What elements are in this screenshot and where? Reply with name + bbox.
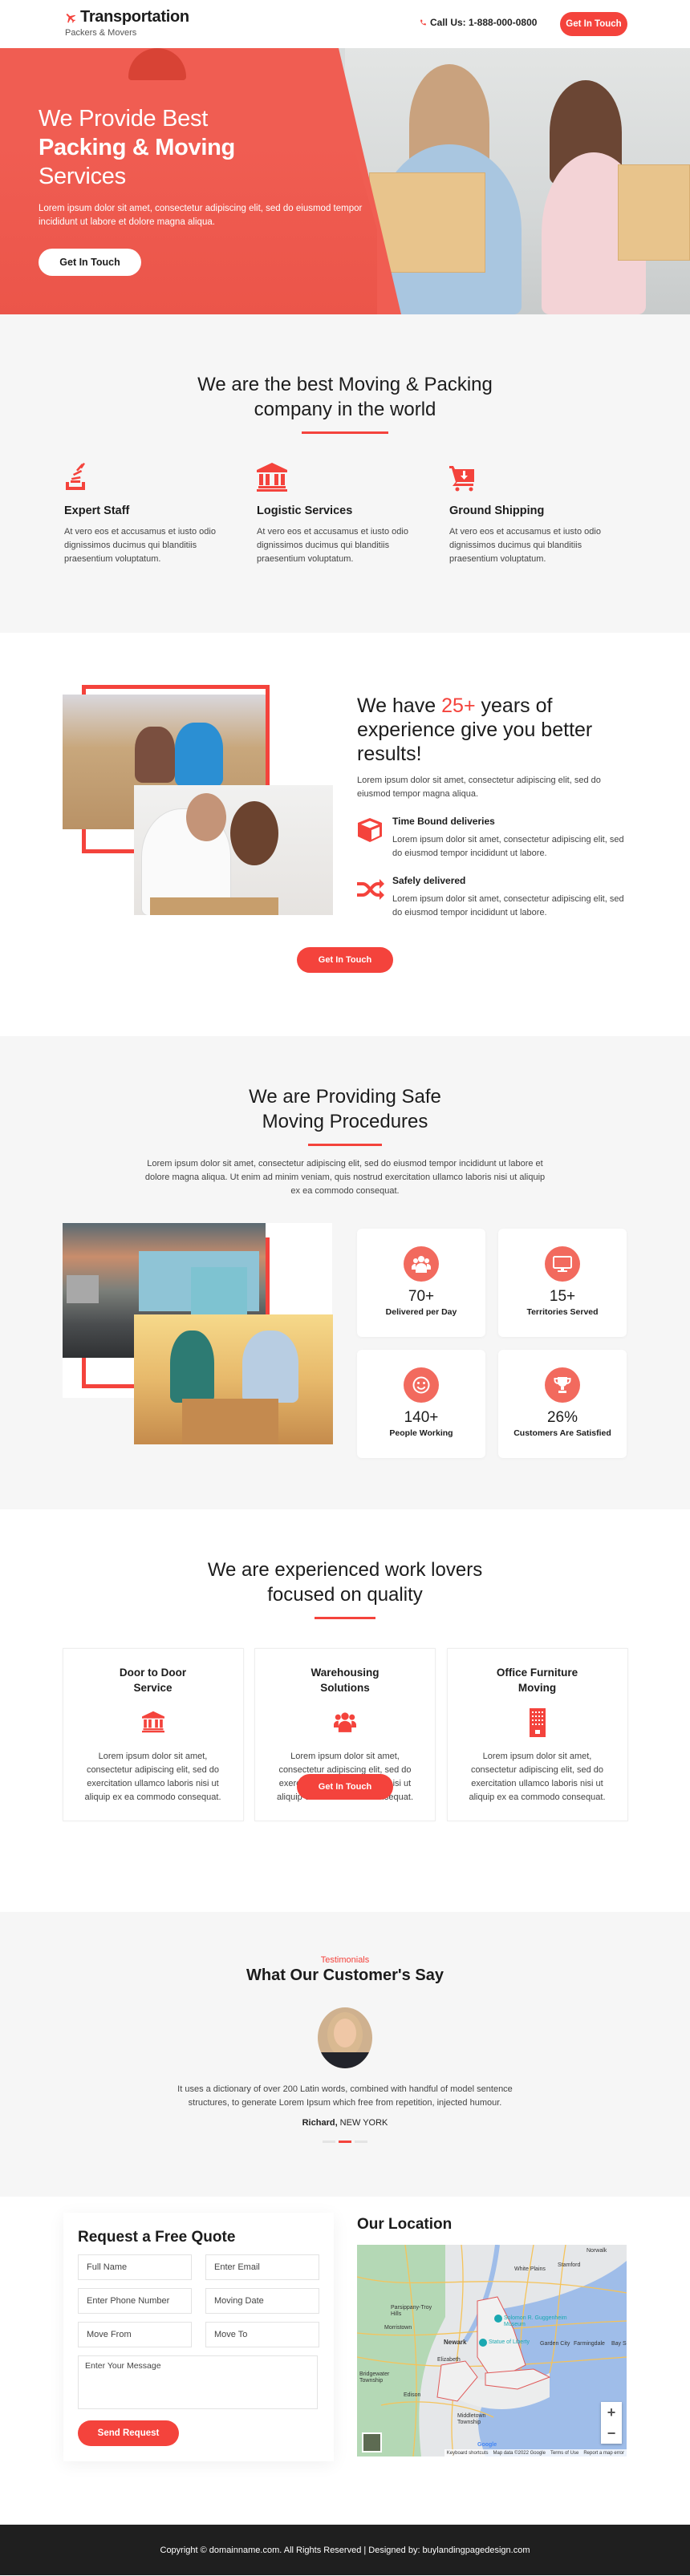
call-us[interactable]: Call Us: 1-888-000-0800 xyxy=(420,17,537,28)
location-map[interactable]: White Plains Stamford Norwalk Parsippany… xyxy=(357,2245,627,2457)
best-company-section: We are the best Moving & Packing company… xyxy=(0,314,690,633)
shuffle-icon xyxy=(357,879,384,900)
testimonial-author: Richard, NEW YORK xyxy=(302,2118,388,2128)
stack-icon xyxy=(66,463,85,490)
experience-description: Lorem ipsum dolor sit amet, consectetur … xyxy=(357,776,601,799)
stat-customers-satisfied: 26% Customers Are Satisfied xyxy=(498,1350,627,1458)
hero-description: Lorem ipsum dolor sit amet, consectetur … xyxy=(39,204,363,227)
logo-title: Transportation xyxy=(80,8,189,26)
heading-underline xyxy=(308,1144,382,1146)
hero-get-in-touch-button[interactable]: Get In Touch xyxy=(39,249,141,276)
email-input[interactable] xyxy=(205,2254,319,2280)
trophy-icon xyxy=(554,1377,571,1393)
service-card-office-furniture: Office Furniture Moving Lorem ipsum dolo… xyxy=(446,1648,628,1821)
testimonials-label: Testimonials xyxy=(320,1955,370,1965)
testimonial-quote: It uses a dictionary of over 200 Latin w… xyxy=(177,2084,513,2108)
contact-section: Request a Free Quote Send Request Our Lo… xyxy=(0,2197,690,2525)
quote-form: Request a Free Quote Send Request xyxy=(63,2213,334,2461)
hero-title-line1: We Provide Best xyxy=(39,106,208,132)
terms-link[interactable]: Terms of Use xyxy=(550,2451,578,2456)
cube-icon xyxy=(358,818,382,842)
quality-section: We are experienced work lovers focused o… xyxy=(0,1509,690,1912)
best-heading: We are the best Moving & Packing company… xyxy=(197,374,493,420)
stat-territories-served: 15+ Territories Served xyxy=(498,1229,627,1337)
carousel-dots xyxy=(0,2141,690,2143)
location-title: Our Location xyxy=(357,2216,453,2233)
message-textarea[interactable] xyxy=(78,2355,318,2409)
call-us-text: Call Us: 1-888-000-0800 xyxy=(430,17,538,28)
keyboard-shortcuts-link[interactable]: Keyboard shortcuts xyxy=(447,2451,489,2456)
send-request-button[interactable]: Send Request xyxy=(78,2420,179,2446)
hero-photo xyxy=(345,48,690,314)
map-zoom-control: + − xyxy=(601,2402,622,2444)
map-satellite-toggle[interactable] xyxy=(362,2432,382,2452)
move-to-input[interactable] xyxy=(205,2322,319,2347)
testimonials-title: What Our Customer's Say xyxy=(246,1966,444,1984)
experience-heading: We have 25+ years of experience give you… xyxy=(357,695,593,765)
cart-download-icon xyxy=(449,466,474,492)
site-footer: Copyright © domainname.com. All Rights R… xyxy=(0,2525,690,2575)
hero-section: We Provide Best Packing & Moving Service… xyxy=(0,48,690,314)
carousel-dot[interactable] xyxy=(355,2141,367,2143)
users-icon xyxy=(334,1712,356,1732)
site-header: Transportation Packers & Movers Call Us:… xyxy=(0,0,690,48)
zoom-in-button[interactable]: + xyxy=(607,2404,616,2421)
full-name-input[interactable] xyxy=(78,2254,192,2280)
stat-delivered-per-day: 70+ Delivered per Day xyxy=(357,1229,485,1337)
couple-smiling-photo xyxy=(134,785,333,915)
poi-statue-of-liberty[interactable]: Statue of Liberty xyxy=(489,2339,530,2345)
phone-input[interactable] xyxy=(78,2288,192,2314)
users-icon xyxy=(412,1256,431,1273)
heading-underline xyxy=(315,1617,375,1619)
hero-title-line3: Services xyxy=(39,164,126,189)
feature-expert-staff: Expert Staff At vero eos et accusamus et… xyxy=(64,460,257,566)
procedures-description: Lorem ipsum dolor sit amet, consectetur … xyxy=(144,1159,546,1196)
building-icon xyxy=(529,1708,546,1737)
bank-icon xyxy=(257,463,287,492)
phone-icon xyxy=(420,19,426,26)
report-error-link[interactable]: Report a map error xyxy=(583,2451,624,2456)
customer-avatar xyxy=(318,2007,372,2068)
logo-subtitle: Packers & Movers xyxy=(65,28,137,38)
couple-packing-photo xyxy=(134,1314,333,1444)
form-title: Request a Free Quote xyxy=(78,2229,236,2246)
feature-logistic-services: Logistic Services At vero eos et accusam… xyxy=(257,460,449,566)
copyright-text: Copyright © domainname.com. All Rights R… xyxy=(160,2545,530,2555)
quality-heading: We are experienced work lovers focused o… xyxy=(207,1559,483,1606)
experience-item-safely-delivered: Safely delivered Lorem ipsum dolor sit a… xyxy=(357,875,630,920)
airplane-icon xyxy=(66,13,76,23)
map-attribution: Keyboard shortcuts Map data ©2022 Google… xyxy=(444,2449,627,2457)
poi-guggenheim[interactable]: Solomon R. Guggenheim Museum xyxy=(504,2315,576,2328)
testimonials-section: Testimonials What Our Customer's Say It … xyxy=(0,1912,690,2197)
heading-underline xyxy=(302,431,388,434)
experience-get-in-touch-button[interactable]: Get In Touch xyxy=(297,947,393,973)
carousel-dot-active[interactable] xyxy=(339,2141,351,2143)
experience-item-time-bound: Time Bound deliveries Lorem ipsum dolor … xyxy=(357,816,630,861)
quality-get-in-touch-button[interactable]: Get In Touch xyxy=(297,1774,393,1800)
feature-ground-shipping: Ground Shipping At vero eos et accusamus… xyxy=(449,460,642,566)
stats-grid: 70+ Delivered per Day 15+ Territories Se… xyxy=(357,1229,627,1458)
move-from-input[interactable] xyxy=(78,2322,192,2347)
bank-icon xyxy=(141,1711,164,1733)
google-logo: Google xyxy=(477,2442,497,2448)
experience-section: We have 25+ years of experience give you… xyxy=(0,633,690,1036)
header-get-in-touch-button[interactable]: Get In Touch xyxy=(560,12,627,36)
carousel-dot[interactable] xyxy=(323,2141,335,2143)
logo[interactable]: Transportation Packers & Movers xyxy=(64,8,189,38)
zoom-out-button[interactable]: − xyxy=(607,2425,616,2442)
years-highlight: 25+ xyxy=(441,695,476,717)
service-card-door-to-door: Door to Door Service Lorem ipsum dolor s… xyxy=(62,1648,244,1821)
hero-title-line2: Packing & Moving xyxy=(39,135,235,160)
smile-icon xyxy=(412,1376,430,1394)
stat-people-working: 140+ People Working xyxy=(357,1350,485,1458)
procedures-heading: We are Providing Safe Moving Procedures xyxy=(249,1086,441,1132)
monitor-icon xyxy=(553,1256,572,1272)
moving-date-input[interactable] xyxy=(205,2288,319,2314)
procedures-section: We are Providing Safe Moving Procedures … xyxy=(0,1036,690,1509)
